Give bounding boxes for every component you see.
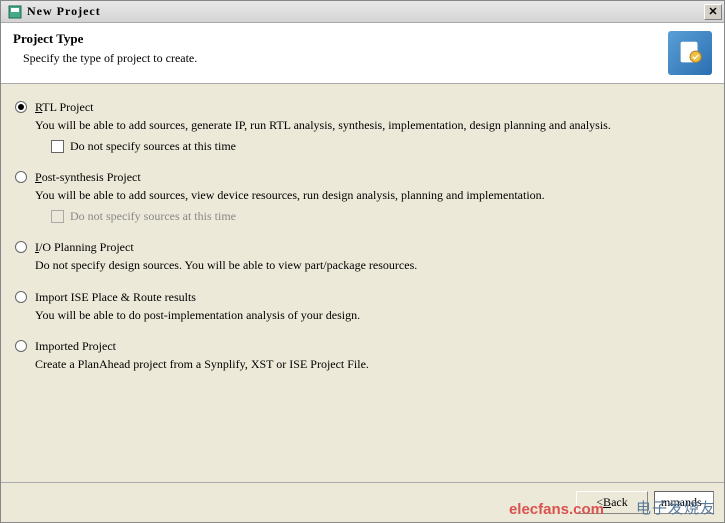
imported-title: Imported Project [35,339,710,354]
importise-title: Import ISE Place & Route results [35,290,710,305]
close-button[interactable]: ✕ [704,4,722,20]
window-title: New Project [27,4,704,19]
checkbox-icon [51,210,64,223]
imported-desc: Create a PlanAhead project from a Synpli… [35,356,710,372]
titlebar: New Project ✕ [1,1,724,23]
radio-rtl[interactable] [15,101,27,113]
header-text: Project Type Specify the type of project… [13,31,668,66]
page-title: Project Type [13,31,668,47]
option-import-ise[interactable]: Import ISE Place & Route results You wil… [15,290,710,323]
checkbox-icon[interactable] [51,140,64,153]
new-project-window: New Project ✕ Project Type Specify the t… [0,0,725,523]
dialog-header: Project Type Specify the type of project… [1,23,724,84]
radio-postsynth[interactable] [15,171,27,183]
postsynth-title: Post-synthesis Project [35,170,710,185]
option-post-synthesis[interactable]: Post-synthesis Project You will be able … [15,170,710,224]
option-io-planning[interactable]: I/O Planning Project Do not specify desi… [15,240,710,273]
app-icon [7,4,23,20]
watermark-cn: 电子发烧友 [636,497,716,518]
option-rtl-project[interactable]: RTL Project You will be able to add sour… [15,100,710,154]
ioplanning-desc: Do not specify design sources. You will … [35,257,710,273]
postsynth-no-sources-checkbox: Do not specify sources at this time [51,209,710,224]
postsynth-desc: You will be able to add sources, view de… [35,187,710,203]
option-imported-project[interactable]: Imported Project Create a PlanAhead proj… [15,339,710,372]
wizard-icon [668,31,712,75]
radio-imported[interactable] [15,340,27,352]
rtl-no-sources-checkbox[interactable]: Do not specify sources at this time [51,139,710,154]
footer: < Back mmands elecfans.com 电子发烧友 [1,482,724,522]
rtl-desc: You will be able to add sources, generat… [35,117,710,133]
importise-desc: You will be able to do post-implementati… [35,307,710,323]
ioplanning-title: I/O Planning Project [35,240,710,255]
rtl-title: RTL Project [35,100,710,115]
options-panel: RTL Project You will be able to add sour… [1,84,724,482]
watermark-elecfans: elecfans.com [509,501,604,518]
radio-ioplanning[interactable] [15,241,27,253]
radio-importise[interactable] [15,291,27,303]
page-subtitle: Specify the type of project to create. [23,51,668,66]
